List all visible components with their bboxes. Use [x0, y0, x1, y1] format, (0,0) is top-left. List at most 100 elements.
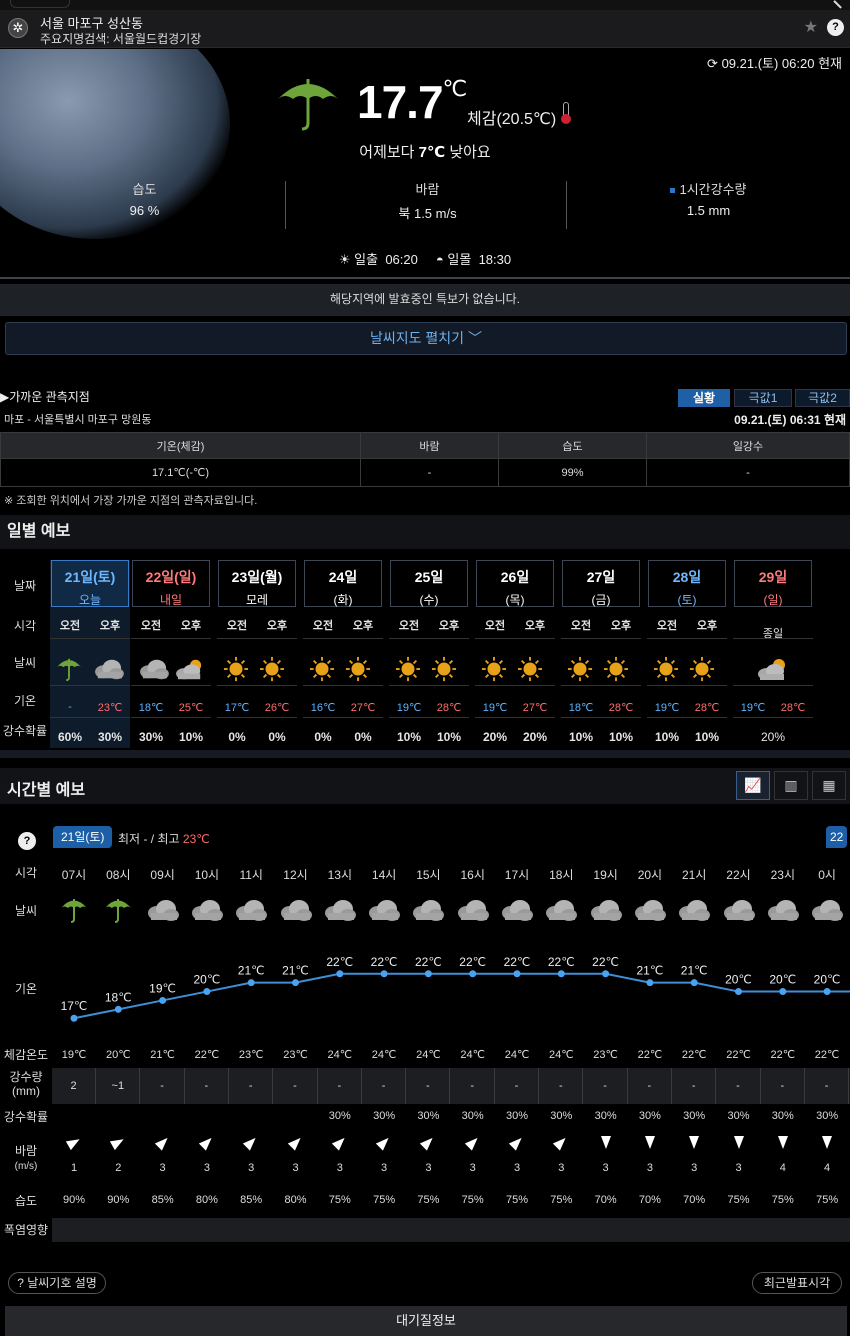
daily-date: 24일: [328, 569, 358, 585]
daily-date-header[interactable]: 25일 (수): [390, 560, 468, 607]
sunrise-label: 일출: [354, 252, 379, 267]
hour-wind-speed: 3: [558, 1162, 565, 1174]
weather-suncloud-icon: [755, 655, 791, 686]
bar-chart-view-icon[interactable]: ▥: [774, 771, 808, 800]
hourly-forecast[interactable]: ? 21일(토) 최저 - / 최고 23℃ 22 시각 날씨 기온 체감온도 …: [0, 806, 850, 1246]
daily-date-header[interactable]: 28일 (토): [648, 560, 726, 607]
daily-date-header[interactable]: 26일 (목): [476, 560, 554, 607]
daily-column[interactable]: 23일(월) 모레 오전 오후 17℃ 26℃ 0% 0%: [217, 560, 297, 748]
hour-time: 14시: [371, 868, 397, 882]
daily-column[interactable]: 22일(일) 내일 오전 오후 18℃ 25℃ 30% 10%: [131, 560, 211, 748]
recent-release-button[interactable]: 최근발표시각: [752, 1272, 842, 1294]
wind-label: 바람: [14, 1144, 38, 1158]
chevron-down-icon: ﹀: [467, 330, 482, 346]
temp-point: [513, 970, 521, 978]
favorite-star-icon[interactable]: ★: [804, 17, 818, 37]
temp-point: [424, 970, 432, 978]
daily-column[interactable]: 24일 (화) 오전 오후 16℃ 27℃ 0% 0%: [303, 560, 383, 748]
wind-arrow-icon: [495, 1134, 539, 1152]
daily-column[interactable]: 25일 (수) 오전 오후 19℃ 28℃ 10% 10%: [389, 560, 469, 748]
hour-hum: 75%: [771, 1194, 794, 1206]
daily-min-temp: 19℃: [396, 702, 422, 714]
daily-scrollbar[interactable]: [0, 750, 850, 758]
hour-feels: 22℃: [814, 1049, 840, 1061]
hour-rain: -: [539, 1068, 584, 1104]
daily-am: 오전: [656, 620, 678, 632]
hour-time: 18시: [549, 868, 574, 882]
help-icon[interactable]: ?: [827, 19, 844, 36]
line-chart-view-icon[interactable]: 📈: [736, 771, 770, 800]
weather-cloud-icon: [185, 896, 229, 927]
hour-time: 22시: [726, 868, 751, 882]
refresh-icon[interactable]: ⟳: [707, 56, 718, 71]
daily-am: 오전: [398, 620, 420, 632]
daily-min-temp: 17℃: [224, 702, 250, 714]
daily-column[interactable]: 28일 (토) 오전 오후 19℃ 28℃ 10% 10%: [647, 560, 727, 748]
location-search-text[interactable]: 주요지명검색: 서울월드컵경기장: [40, 30, 201, 47]
hour-temp-label: 22℃: [592, 955, 619, 969]
hour-rain: -: [451, 1068, 495, 1104]
hour-prob: 30%: [461, 1110, 484, 1122]
tab-stub[interactable]: [10, 0, 70, 8]
daily-am: 오전: [140, 620, 162, 632]
daily-day-sub: 오늘: [78, 593, 102, 607]
weather-cloud-icon: [451, 896, 495, 927]
hour-wind-speed: 3: [469, 1162, 476, 1174]
search-icon[interactable]: [833, 0, 845, 9]
daily-date-header[interactable]: 29일 (일): [734, 560, 812, 607]
weather-cloud-icon: [137, 656, 171, 685]
hour-temp-label: 19℃: [149, 981, 176, 995]
daily-column[interactable]: 21일(토) 오늘 오전 오후 - 23℃ 60% 30%: [50, 560, 130, 748]
daily-column[interactable]: 26일 (목) 오전 오후 19℃ 27℃ 20% 20%: [475, 560, 555, 748]
sunrise-icon: ☀: [338, 252, 351, 267]
rain-label: 1시간강수량: [679, 182, 747, 197]
weather-cloud-icon: [274, 896, 318, 927]
daily-max-temp: 27℃: [350, 702, 376, 714]
daily-date-header[interactable]: 21일(토) 오늘: [51, 560, 129, 607]
current-time[interactable]: ⟳ 09.21.(토) 06:20 현재: [707, 53, 842, 72]
row-label-time: 시각: [13, 619, 37, 633]
row-divider: [647, 685, 727, 686]
weather-cloud-icon: [141, 896, 185, 927]
hour-wind-speed: 3: [203, 1162, 210, 1174]
daily-column[interactable]: 27일 (금) 오전 오후 18℃ 28℃ 10% 10%: [561, 560, 641, 748]
location-gear-icon[interactable]: ✲: [8, 18, 28, 38]
daily-date-header[interactable]: 27일 (금): [562, 560, 640, 607]
hour-time: 11시: [239, 868, 263, 882]
hour-temp-label: 17℃: [61, 999, 88, 1013]
wind-arrow-icon: [406, 1134, 450, 1152]
daily-date-header[interactable]: 22일(일) 내일: [132, 560, 210, 607]
help-icon[interactable]: ?: [18, 832, 36, 850]
daily-date-header[interactable]: 23일(월) 모레: [218, 560, 296, 607]
current-time-text: 09.21.(토) 06:20 현재: [721, 56, 842, 71]
wind-arrow-icon: [451, 1134, 495, 1152]
daily-column[interactable]: 29일 (일) 종일 19℃ 28℃ 20%: [733, 560, 813, 748]
row-label-rain: 강수량 (mm): [0, 1070, 52, 1098]
weather-cloud-icon: [318, 896, 362, 927]
table-view-icon[interactable]: ▦: [812, 771, 846, 800]
tab-extreme2[interactable]: 극값2: [795, 389, 850, 407]
sunset-label: 일몰: [447, 252, 472, 267]
weather-sun-icon: [431, 656, 457, 685]
daily-forecast[interactable]: 날짜 시각 날씨 기온 강수확률 21일(토) 오늘 오전 오후 -23℃ 60% 30% 2…: [0, 552, 850, 748]
hour-temp-label: 22℃: [326, 955, 353, 969]
wind-arrow-icon: [362, 1134, 406, 1152]
daily-date-header[interactable]: 24일 (화): [304, 560, 382, 607]
day-tag: 21일(토): [53, 826, 113, 848]
row-divider: [303, 685, 383, 686]
hour-wind-speed: 3: [602, 1162, 609, 1174]
sunset-icon: ◓: [435, 252, 444, 267]
daily-day-sub: (목): [505, 593, 525, 607]
weather-symbol-legend-button[interactable]: ? 날씨기호 설명: [8, 1272, 106, 1294]
daily-min-temp: -: [68, 701, 72, 713]
daily-prob: 10%: [568, 730, 594, 744]
minmax-sep: /: [150, 832, 155, 846]
hour-feels: 24℃: [549, 1049, 574, 1061]
row-divider: [217, 717, 297, 718]
expand-weather-map-button[interactable]: 날씨지도 펼치기 ﹀: [5, 322, 847, 355]
tab-extreme1[interactable]: 극값1: [734, 389, 792, 407]
daily-prob: 10%: [608, 730, 634, 744]
daily-prob: 20%: [522, 730, 548, 744]
hour-hum: 90%: [107, 1194, 130, 1206]
tab-realtime[interactable]: 실황: [678, 389, 730, 407]
